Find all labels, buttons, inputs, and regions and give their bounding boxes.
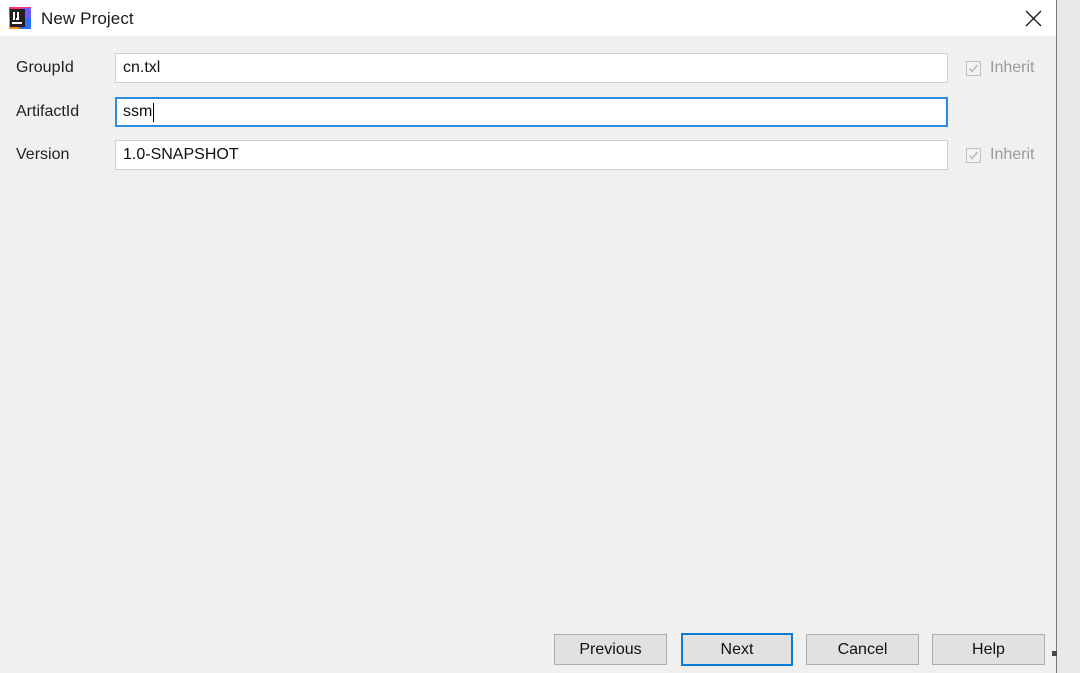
groupid-label: GroupId bbox=[16, 59, 74, 76]
window-resize-grip[interactable] bbox=[1052, 651, 1057, 656]
titlebar-left-group: New Project bbox=[9, 0, 134, 36]
version-inherit-label: Inherit bbox=[990, 146, 1035, 163]
artifactid-value: ssm bbox=[123, 103, 153, 120]
checkmark-icon bbox=[968, 150, 979, 160]
dialog-content: GroupId cn.txl Inherit ArtifactId ssm Ve… bbox=[0, 36, 1056, 673]
new-project-dialog: New Project GroupId cn.txl Inherit Artif… bbox=[0, 0, 1057, 673]
artifactid-input[interactable]: ssm bbox=[115, 97, 948, 127]
version-inherit-checkbox[interactable]: Inherit bbox=[966, 147, 1034, 163]
close-icon bbox=[1025, 10, 1041, 26]
version-input[interactable]: 1.0-SNAPSHOT bbox=[115, 140, 948, 170]
groupid-input[interactable]: cn.txl bbox=[115, 53, 948, 83]
form-row-groupid: GroupId cn.txl Inherit bbox=[0, 53, 1056, 83]
groupid-inherit-checkbox[interactable]: Inherit bbox=[966, 60, 1034, 76]
checkmark-icon bbox=[968, 63, 979, 73]
groupid-inherit-label: Inherit bbox=[990, 59, 1035, 76]
form-row-artifactid: ArtifactId ssm bbox=[0, 97, 1056, 127]
text-caret bbox=[153, 102, 155, 122]
groupid-value: cn.txl bbox=[123, 59, 161, 76]
cancel-button[interactable]: Cancel bbox=[806, 634, 919, 665]
next-button[interactable]: Next bbox=[681, 633, 793, 666]
form-row-version: Version 1.0-SNAPSHOT Inherit bbox=[0, 140, 1056, 170]
artifactid-label: ArtifactId bbox=[16, 103, 80, 120]
help-button[interactable]: Help bbox=[932, 634, 1045, 665]
dialog-button-bar: Previous Next Cancel Help bbox=[0, 632, 1056, 673]
previous-button[interactable]: Previous bbox=[554, 634, 667, 665]
dialog-title: New Project bbox=[41, 8, 134, 28]
version-label: Version bbox=[16, 146, 70, 163]
version-value: 1.0-SNAPSHOT bbox=[123, 146, 239, 163]
checkbox-box bbox=[966, 147, 981, 163]
checkbox-box bbox=[966, 60, 981, 76]
dialog-titlebar: New Project bbox=[0, 0, 1056, 36]
intellij-idea-logo-icon bbox=[9, 7, 31, 29]
close-button[interactable] bbox=[1010, 0, 1056, 36]
